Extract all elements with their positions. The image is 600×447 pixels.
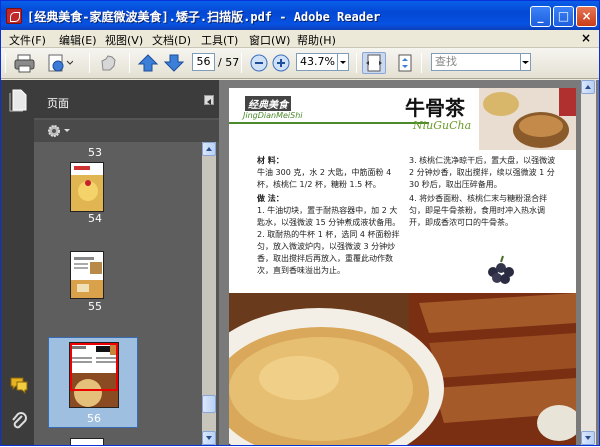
zoom-in-icon[interactable]	[269, 52, 293, 74]
next-page-icon[interactable]	[162, 52, 186, 74]
thumbnail-label-55: 55	[88, 300, 102, 313]
method-step-4: 4. 将炒香面粉、核桃仁末与糖粉混合拌匀，即是牛骨茶粉，食用时冲入热水调开，即成…	[409, 194, 548, 227]
options-gear-icon[interactable]	[46, 123, 72, 139]
toolbar-separator	[241, 53, 242, 73]
close-button[interactable]: ×	[576, 6, 597, 27]
method-heading: 做 法：	[257, 194, 284, 203]
comments-icon[interactable]	[9, 376, 29, 395]
previous-page-icon[interactable]	[136, 52, 160, 74]
title-bar[interactable]: [经典美食-家庭微波美食].矮子.扫描版.pdf - Adobe Reader …	[1, 1, 599, 30]
panel-options-row	[34, 120, 219, 142]
scroll-up-button[interactable]	[202, 142, 216, 156]
menu-document[interactable]: 文档(D)	[152, 32, 191, 48]
header-category-label: 经典美食	[245, 96, 291, 111]
right-text-column: 3. 核桃仁洗净晾干后，置大盘，以强微波 2 分钟炒香，取出搅拌，续以强微波 1…	[409, 155, 557, 229]
thumbnail-label-56: 56	[87, 412, 101, 425]
thumbnail-list[interactable]: 53 54 55 56	[34, 142, 202, 445]
menu-help[interactable]: 帮助(H)	[297, 32, 336, 48]
header-pinyin: JingDianMeiShi	[243, 111, 303, 120]
thumbnail-page-56[interactable]	[69, 342, 119, 408]
thumbnail-scrollbar[interactable]	[202, 142, 216, 445]
thumbnail-page-57[interactable]	[70, 438, 104, 445]
page-header: 经典美食 JingDianMeiShi 牛骨茶 NiuGuCha	[229, 88, 576, 150]
chevron-down-icon	[206, 436, 212, 440]
method-step-1: 1. 牛油切块，置于耐热容器中，加 2 大匙水，以强微波 15 分钟煮成液状备用…	[257, 206, 401, 227]
scroll-thumb[interactable]	[202, 395, 216, 413]
toolbar-separator	[129, 53, 130, 73]
email-pdf-icon[interactable]	[45, 52, 74, 74]
window-title: [经典美食-家庭微波美食].矮子.扫描版.pdf - Adobe Reader	[27, 10, 381, 24]
method-step-3: 3. 核桃仁洗净晾干后，置大盘，以强微波 2 分钟炒香，取出搅拌，续以强微波 1…	[409, 156, 556, 189]
pages-panel-title: 页面	[47, 97, 69, 110]
zoom-out-icon[interactable]	[247, 52, 271, 74]
thumbnail-label-54: 54	[88, 212, 102, 225]
menu-tools[interactable]: 工具(T)	[201, 32, 238, 48]
navigation-rail	[1, 80, 34, 445]
doc-scroll-up-button[interactable]	[581, 80, 595, 94]
toolbar-grip	[5, 53, 6, 73]
maximize-button[interactable]: □	[553, 6, 574, 27]
page-number-input[interactable]: 56	[192, 53, 215, 71]
pdf-page: 经典美食 JingDianMeiShi 牛骨茶 NiuGuCha 材 料： 牛油…	[229, 88, 576, 445]
document-viewer[interactable]: 经典美食 JingDianMeiShi 牛骨茶 NiuGuCha 材 料： 牛油…	[219, 80, 599, 445]
single-page-view-icon[interactable]	[362, 52, 386, 74]
ingredients-heading: 材 料：	[257, 156, 284, 165]
chevron-down-icon	[522, 61, 529, 64]
reader-window: [经典美食-家庭微波美食].矮子.扫描版.pdf - Adobe Reader …	[0, 0, 600, 446]
menu-view[interactable]: 视图(V)	[105, 32, 143, 48]
pages-panel-header: 页面	[34, 80, 219, 118]
fit-page-icon[interactable]	[393, 52, 417, 74]
ingredients-text: 牛油 300 克，水 2 大匙，中筋面粉 4 杯，核桃仁 1/2 杯，糖粉 1.…	[257, 168, 392, 189]
pages-panel: 页面 53 54 55 56	[34, 80, 219, 445]
hand-tool-icon[interactable]	[97, 52, 121, 74]
menu-bar: 文件(F) 编辑(E) 视图(V) 文档(D) 工具(T) 窗口(W) 帮助(H…	[1, 30, 599, 48]
document-close-icon[interactable]: ×	[581, 31, 591, 45]
attachments-paperclip-icon[interactable]	[10, 412, 28, 432]
toolbar-separator	[356, 53, 357, 73]
chevron-down-icon	[585, 436, 591, 440]
menu-window[interactable]: 窗口(W)	[249, 32, 290, 48]
thumbnail-selected-56[interactable]: 56	[48, 337, 138, 428]
panel-collapse-button[interactable]	[204, 95, 214, 105]
zoom-level-input[interactable]: 43.7%	[296, 53, 338, 71]
dish-photo-small	[479, 88, 576, 150]
thumbnail-page-54[interactable]	[70, 162, 104, 212]
doc-scroll-down-button[interactable]	[581, 431, 595, 445]
visible-area-frame[interactable]	[70, 343, 118, 391]
dish-photo-large	[229, 293, 576, 445]
pages-panel-icon[interactable]	[8, 88, 28, 112]
chevron-up-icon	[206, 147, 212, 151]
thumbnail-page-55[interactable]	[70, 251, 104, 299]
minimize-button[interactable]: _	[530, 6, 551, 27]
chevron-up-icon	[585, 85, 591, 89]
method-step-2: 2. 取耐热的牛杯 1 杯，选同 4 杯面粉拌匀，放入微波炉内，以强微波 3 分…	[257, 230, 400, 275]
dish-pinyin: NiuGuCha	[413, 119, 472, 132]
toolbar-separator	[89, 53, 90, 73]
page-total-label: / 57	[218, 56, 240, 69]
left-text-column: 材 料： 牛油 300 克，水 2 大匙，中筋面粉 4 杯，核桃仁 1/2 杯，…	[257, 155, 405, 277]
scroll-down-button[interactable]	[202, 431, 216, 445]
find-input[interactable]: 查找	[431, 53, 521, 71]
grapes-photo	[488, 255, 514, 284]
chevron-down-icon	[340, 61, 346, 64]
adobe-reader-icon[interactable]	[6, 8, 22, 24]
toolbar-separator	[421, 53, 422, 73]
thumbnail-label-53: 53	[88, 146, 102, 159]
chevron-left-icon	[207, 99, 211, 105]
header-rule	[229, 122, 429, 124]
zoom-dropdown-button[interactable]	[338, 53, 349, 71]
dish-title: 牛骨茶	[405, 96, 465, 120]
menu-edit[interactable]: 编辑(E)	[59, 32, 97, 48]
document-scrollbar[interactable]	[581, 80, 596, 445]
menu-file[interactable]: 文件(F)	[9, 32, 46, 48]
print-icon[interactable]	[13, 52, 37, 74]
find-dropdown-button[interactable]	[521, 53, 531, 71]
